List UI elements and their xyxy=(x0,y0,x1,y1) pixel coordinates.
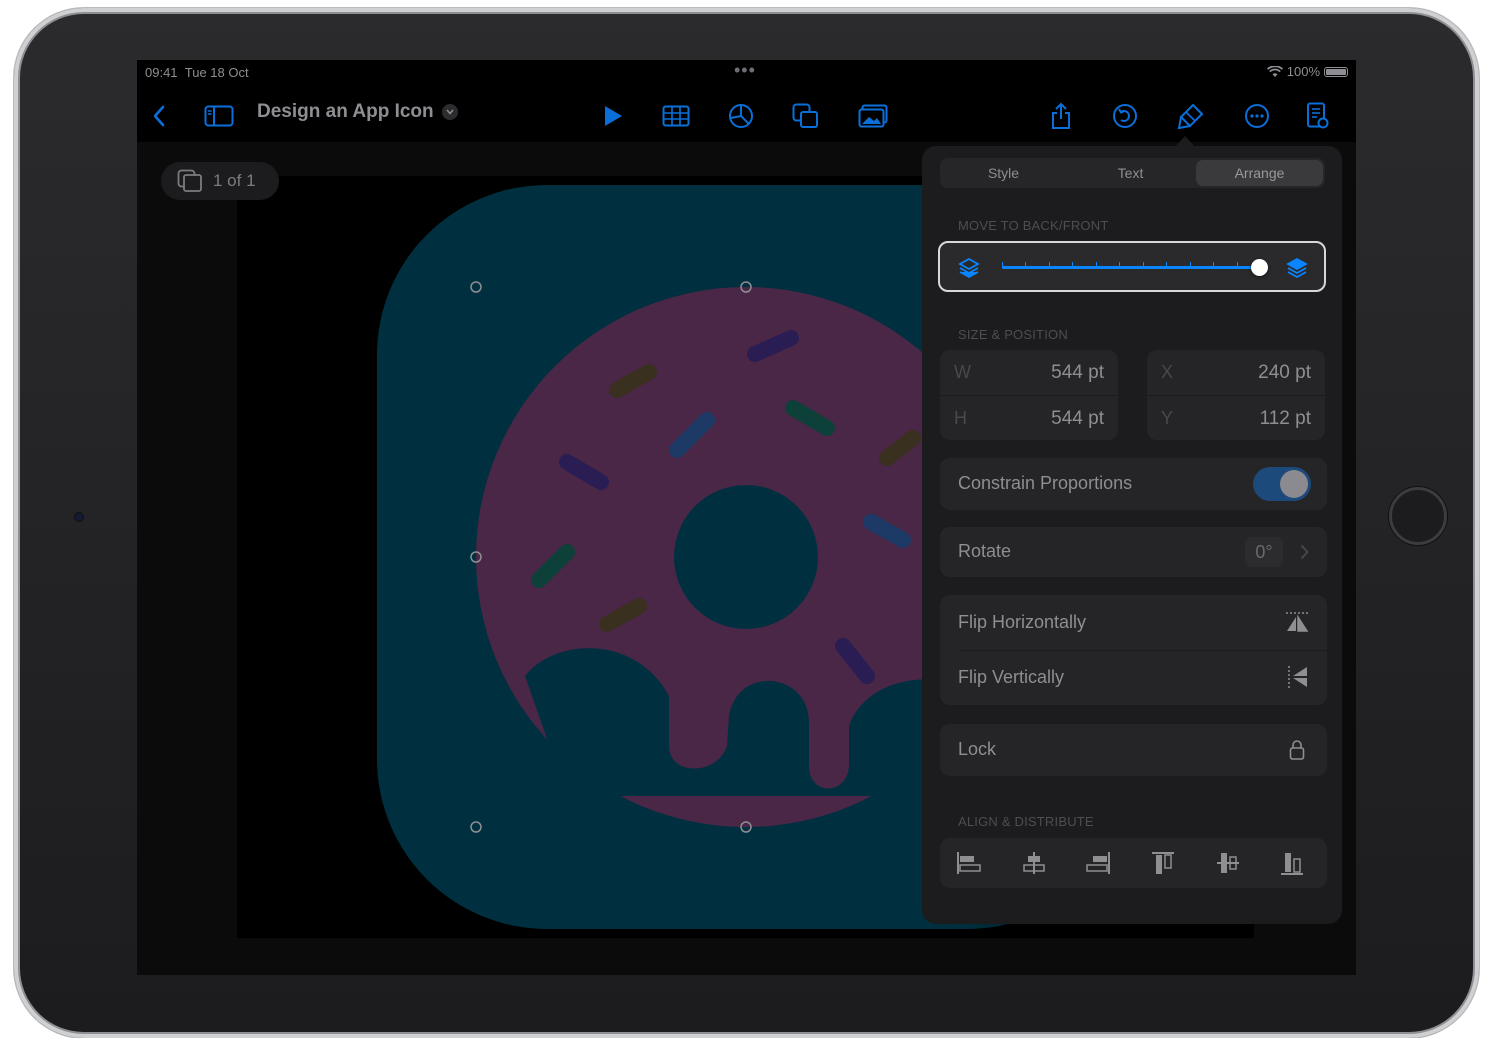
media-icon[interactable] xyxy=(855,98,891,134)
y-field[interactable]: 112 pt xyxy=(1260,408,1311,430)
slider-tick xyxy=(1119,262,1121,268)
title-chevron-down-icon xyxy=(441,104,458,120)
rotate-row[interactable]: Rotate 0° xyxy=(940,527,1327,577)
rotate-value[interactable]: 0° xyxy=(1245,537,1283,567)
flip-group: Flip Horizontally Flip Vertically xyxy=(940,595,1327,705)
size-fields: W 544 pt H 544 pt xyxy=(940,350,1118,440)
format-brush-icon[interactable] xyxy=(1173,98,1209,134)
slider-tick xyxy=(1025,262,1027,268)
lock-row[interactable]: Lock xyxy=(940,724,1327,776)
donut-hole xyxy=(674,485,818,629)
move-to-back-front-slider[interactable] xyxy=(938,241,1326,292)
flip-horizontally-label: Flip Horizontally xyxy=(958,612,1087,632)
slider-tick xyxy=(1236,262,1238,268)
constrain-proportions-row: Constrain Proportions xyxy=(940,458,1327,510)
height-key: H xyxy=(954,408,967,428)
align-middle-icon[interactable] xyxy=(1214,850,1242,876)
align-right-icon[interactable] xyxy=(1084,850,1112,876)
document-title: Design an App Icon xyxy=(257,101,434,122)
pages-icon xyxy=(177,169,202,192)
align-section-label: ALIGN & DISTRIBUTE xyxy=(958,814,1094,829)
move-section-label: MOVE TO BACK/FRONT xyxy=(958,218,1109,233)
height-field[interactable]: 544 pt xyxy=(1051,408,1104,430)
slider-tick xyxy=(1072,262,1074,268)
flip-vertically-label: Flip Vertically xyxy=(958,667,1065,687)
slider-tick xyxy=(1095,262,1097,268)
lock-label: Lock xyxy=(958,739,997,759)
lock-icon xyxy=(1289,740,1305,760)
undo-icon[interactable] xyxy=(1107,98,1143,134)
flip-vertically-row[interactable]: Flip Vertically xyxy=(940,650,1327,705)
document-setup-icon[interactable] xyxy=(1300,98,1336,134)
shape-icon[interactable] xyxy=(788,98,824,134)
constrain-toggle[interactable] xyxy=(1253,467,1311,501)
move-to-front-icon[interactable] xyxy=(1286,257,1308,279)
wifi-icon xyxy=(1266,65,1283,77)
tab-style[interactable]: Style xyxy=(940,158,1067,188)
slider-tick xyxy=(1002,262,1003,268)
toolbar: Design an App Icon xyxy=(137,90,1356,140)
align-bottom-icon[interactable] xyxy=(1278,850,1306,876)
flip-vertical-icon xyxy=(1288,666,1307,688)
align-center-icon[interactable] xyxy=(1020,850,1048,876)
screen: 09:41 Tue 18 Oct ••• 100% Design an App … xyxy=(137,60,1356,975)
slider-track[interactable] xyxy=(1002,266,1260,269)
width-field[interactable]: 544 pt xyxy=(1051,362,1104,384)
slider-tick xyxy=(1189,262,1191,268)
slider-tick xyxy=(1142,262,1144,268)
chart-icon[interactable] xyxy=(723,98,759,134)
battery-percent: 100% xyxy=(1286,64,1320,79)
table-icon[interactable] xyxy=(658,98,694,134)
document-title-button[interactable]: Design an App Icon xyxy=(257,101,458,123)
back-chevron-icon[interactable] xyxy=(141,98,177,134)
flip-horizontally-row[interactable]: Flip Horizontally xyxy=(940,595,1327,650)
width-key: W xyxy=(954,362,971,382)
battery-icon xyxy=(1324,66,1348,77)
y-key: Y xyxy=(1161,408,1174,428)
tab-arrange[interactable]: Arrange xyxy=(1196,160,1323,186)
share-icon[interactable] xyxy=(1043,98,1079,134)
constrain-label: Constrain Proportions xyxy=(958,473,1133,493)
align-distribute-row xyxy=(940,838,1327,888)
home-button[interactable] xyxy=(1389,487,1447,545)
popover-arrow xyxy=(1174,136,1196,148)
x-field[interactable]: 240 pt xyxy=(1258,362,1311,384)
page-indicator: 1 of 1 xyxy=(213,171,256,190)
align-left-icon[interactable] xyxy=(955,850,983,876)
multitasking-dots-icon[interactable]: ••• xyxy=(734,60,756,81)
page-navigator-button[interactable]: 1 of 1 xyxy=(161,162,279,200)
status-time-date: 09:41 Tue 18 Oct xyxy=(145,65,249,80)
field-divider xyxy=(940,395,1118,396)
rotate-label: Rotate xyxy=(958,541,1012,561)
position-fields: X 240 pt Y 112 pt xyxy=(1147,350,1325,440)
format-inspector: Style Text Arrange MOVE TO BACK/FRONT SI… xyxy=(922,136,1342,924)
inspector-tabs: Style Text Arrange xyxy=(940,158,1325,188)
status-date: Tue 18 Oct xyxy=(184,65,249,80)
slider-tick xyxy=(1213,262,1215,268)
status-right: 100% xyxy=(1266,64,1348,79)
slider-knob[interactable] xyxy=(1251,259,1268,276)
x-key: X xyxy=(1161,362,1174,382)
slider-tick xyxy=(1048,262,1050,268)
size-section-label: SIZE & POSITION xyxy=(958,327,1068,342)
more-icon[interactable] xyxy=(1239,98,1275,134)
front-camera xyxy=(75,513,83,521)
flip-horizontal-icon xyxy=(1286,612,1309,632)
status-time: 09:41 xyxy=(145,65,178,80)
align-top-icon[interactable] xyxy=(1149,850,1177,876)
chevron-right-icon xyxy=(1300,544,1309,560)
status-bar: 09:41 Tue 18 Oct ••• 100% xyxy=(137,60,1356,84)
play-icon[interactable] xyxy=(595,98,631,134)
sidebar-icon[interactable] xyxy=(201,98,237,134)
move-to-back-icon[interactable] xyxy=(958,257,980,279)
tab-text[interactable]: Text xyxy=(1067,158,1194,188)
field-divider xyxy=(1147,395,1325,396)
slider-tick xyxy=(1166,262,1168,268)
